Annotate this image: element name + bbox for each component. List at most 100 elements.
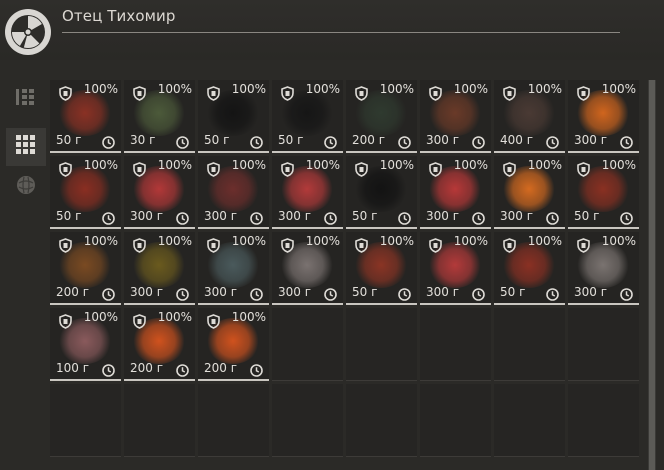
inventory-slot[interactable]: 100% 300 г [198, 232, 269, 305]
empty-slot[interactable] [568, 384, 639, 457]
condition-percent: 100% [601, 234, 636, 248]
empty-slot[interactable] [346, 384, 417, 457]
clock-icon [176, 362, 189, 377]
list-view-tab[interactable] [6, 80, 46, 118]
item-price: 200 г [56, 285, 90, 299]
condition-percent: 100% [231, 82, 266, 96]
grid-icon [15, 134, 37, 160]
item-price: 50 г [352, 209, 378, 223]
condition-percent: 100% [231, 310, 266, 324]
inventory-slot[interactable]: 100% 300 г [124, 156, 195, 229]
clock-icon [398, 286, 411, 301]
clock-icon [176, 134, 189, 149]
inventory-slot[interactable]: 100% 300 г [568, 80, 639, 153]
item-price: 300 г [278, 285, 312, 299]
condition-percent: 100% [305, 82, 340, 96]
shield-icon [59, 162, 72, 177]
inventory-slot[interactable]: 100% 50 г [346, 232, 417, 305]
artifact-tab[interactable] [6, 168, 46, 206]
inventory-slot[interactable]: 100% 50 г [346, 156, 417, 229]
empty-slot[interactable] [124, 384, 195, 457]
item-price: 100 г [56, 361, 90, 375]
empty-slot[interactable] [494, 308, 565, 381]
condition-percent: 100% [453, 158, 488, 172]
clock-icon [102, 210, 115, 225]
inventory-slot[interactable]: 100% 50 г [494, 232, 565, 305]
inventory-slot[interactable]: 100% 300 г [420, 156, 491, 229]
inventory-slot[interactable]: 100% 300 г [420, 232, 491, 305]
scrollbar[interactable] [648, 80, 656, 470]
empty-slot[interactable] [420, 308, 491, 381]
header-bar: Отец Тихомир [0, 0, 664, 60]
shield-icon [207, 314, 220, 329]
clock-icon [398, 134, 411, 149]
inventory-slot[interactable]: 100% 50 г [50, 80, 121, 153]
item-price: 200 г [204, 361, 238, 375]
grid-view-tab[interactable] [6, 128, 46, 166]
clock-icon [546, 134, 559, 149]
condition-percent: 100% [157, 310, 192, 324]
clock-icon [472, 286, 485, 301]
clock-icon [176, 210, 189, 225]
condition-percent: 100% [157, 234, 192, 248]
condition-percent: 100% [601, 158, 636, 172]
empty-slot[interactable] [272, 308, 343, 381]
inventory-slot[interactable]: 100% 200 г [50, 232, 121, 305]
inventory-slot[interactable]: 100% 50 г [50, 156, 121, 229]
empty-slot[interactable] [568, 308, 639, 381]
inventory-slot[interactable]: 100% 300 г [124, 232, 195, 305]
inventory-slot[interactable]: 100% 200 г [346, 80, 417, 153]
item-price: 50 г [352, 285, 378, 299]
item-price: 300 г [574, 285, 608, 299]
item-price: 300 г [426, 133, 460, 147]
clock-icon [324, 210, 337, 225]
empty-slot[interactable] [272, 384, 343, 457]
shield-icon [59, 238, 72, 253]
shield-icon [577, 238, 590, 253]
inventory-grid: 100% 50 г 100% 30 г 100% 50 г 100% 50 г 100% 200 … [50, 80, 640, 470]
clock-icon [472, 134, 485, 149]
inventory-slot[interactable]: 100% 300 г [420, 80, 491, 153]
inventory-slot[interactable]: 100% 50 г [568, 156, 639, 229]
inventory-slot[interactable]: 100% 30 г [124, 80, 195, 153]
item-price: 300 г [278, 209, 312, 223]
clock-icon [250, 210, 263, 225]
inventory-slot[interactable]: 100% 300 г [198, 156, 269, 229]
empty-slot[interactable] [50, 384, 121, 457]
inventory-slot[interactable]: 100% 100 г [50, 308, 121, 381]
inventory-slot[interactable]: 100% 50 г [198, 80, 269, 153]
inventory-slot[interactable]: 100% 200 г [198, 308, 269, 381]
condition-percent: 100% [83, 82, 118, 96]
inventory-slot[interactable]: 100% 50 г [272, 80, 343, 153]
clock-icon [546, 286, 559, 301]
shield-icon [429, 86, 442, 101]
shield-icon [577, 86, 590, 101]
shield-icon [429, 162, 442, 177]
title-divider [62, 32, 620, 33]
shield-icon [355, 238, 368, 253]
shield-icon [503, 86, 516, 101]
item-price: 50 г [204, 133, 230, 147]
clock-icon [620, 286, 633, 301]
condition-percent: 100% [601, 82, 636, 96]
inventory-slot[interactable]: 100% 200 г [124, 308, 195, 381]
empty-slot[interactable] [494, 384, 565, 457]
item-price: 300 г [426, 209, 460, 223]
inventory-slot[interactable]: 100% 300 г [272, 156, 343, 229]
condition-percent: 100% [379, 158, 414, 172]
condition-percent: 100% [527, 234, 562, 248]
item-price: 50 г [574, 209, 600, 223]
empty-slot[interactable] [346, 308, 417, 381]
empty-slot[interactable] [420, 384, 491, 457]
inventory-slot[interactable]: 100% 400 г [494, 80, 565, 153]
inventory-slot[interactable]: 100% 300 г [568, 232, 639, 305]
shield-icon [207, 238, 220, 253]
scrollbar-thumb[interactable] [649, 80, 655, 470]
inventory-slot[interactable]: 100% 300 г [272, 232, 343, 305]
clock-icon [250, 362, 263, 377]
clock-icon [102, 286, 115, 301]
clock-icon [472, 210, 485, 225]
inventory-slot[interactable]: 100% 300 г [494, 156, 565, 229]
clock-icon [176, 286, 189, 301]
empty-slot[interactable] [198, 384, 269, 457]
